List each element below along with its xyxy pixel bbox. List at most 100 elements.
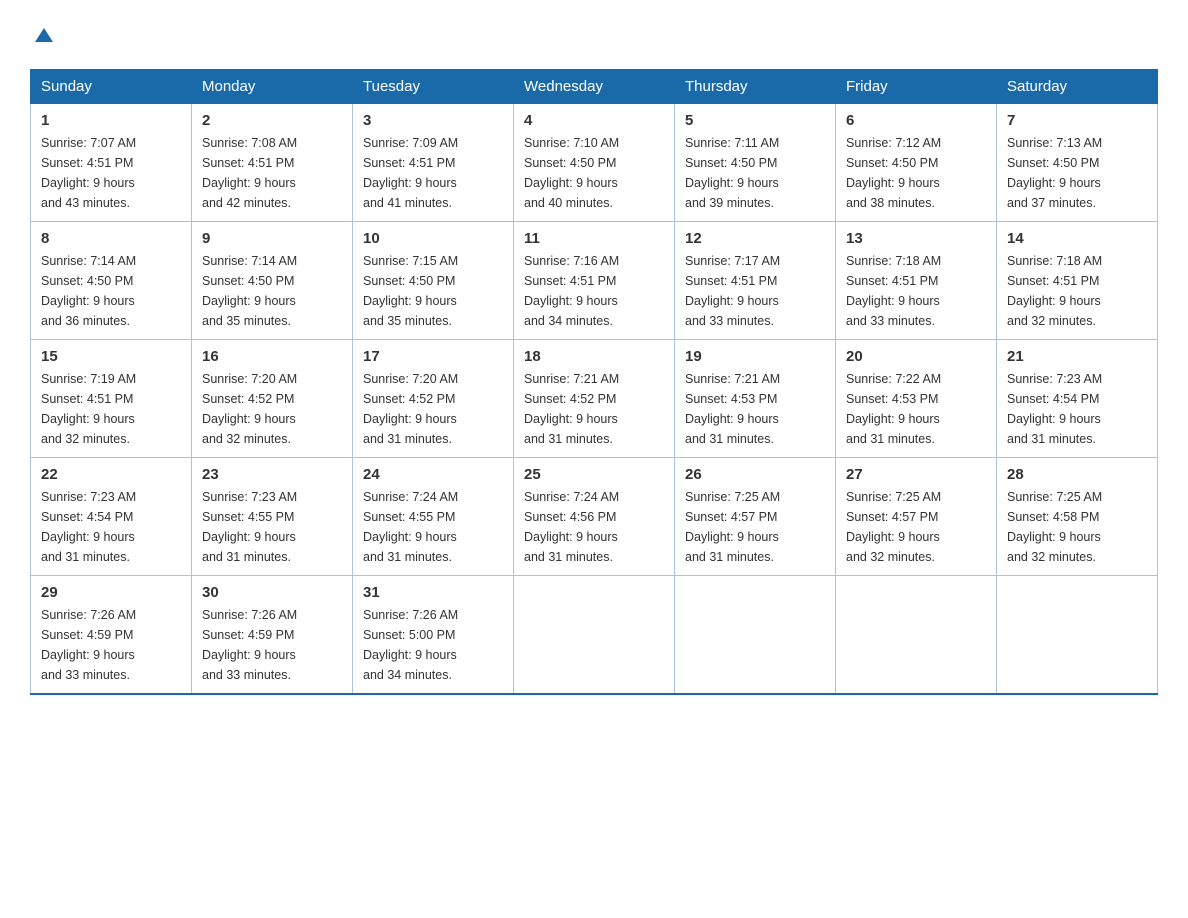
- day-cell: [836, 576, 997, 695]
- day-number: 28: [1007, 466, 1147, 483]
- calendar-table: SundayMondayTuesdayWednesdayThursdayFrid…: [30, 69, 1158, 695]
- day-number: 2: [202, 112, 342, 129]
- day-info: Sunrise: 7:24 AMSunset: 4:55 PMDaylight:…: [363, 487, 503, 567]
- day-info: Sunrise: 7:17 AMSunset: 4:51 PMDaylight:…: [685, 251, 825, 331]
- day-cell: 15Sunrise: 7:19 AMSunset: 4:51 PMDayligh…: [31, 340, 192, 458]
- day-info: Sunrise: 7:08 AMSunset: 4:51 PMDaylight:…: [202, 133, 342, 213]
- logo: [30, 24, 56, 51]
- day-cell: 26 Sunrise: 7:25 AMSunset: 4:57 PMDayligh…: [675, 458, 836, 576]
- day-info: Sunrise: 7:18 AMSunset: 4:51 PMDaylight:…: [1007, 251, 1147, 331]
- day-header-friday: Friday: [836, 70, 997, 104]
- day-number: 13: [846, 230, 986, 247]
- day-cell: [997, 576, 1158, 695]
- day-info: Sunrise: 7:09 AMSunset: 4:51 PMDaylight:…: [363, 133, 503, 213]
- day-info: Sunrise: 7:26 AMSunset: 4:59 PMDaylight:…: [41, 605, 181, 685]
- day-number: 3: [363, 112, 503, 129]
- day-info: Sunrise: 7:23 AMSunset: 4:54 PMDaylight:…: [41, 487, 181, 567]
- day-cell: 21 Sunrise: 7:23 AMSunset: 4:54 PMDayligh…: [997, 340, 1158, 458]
- day-number: 26: [685, 466, 825, 483]
- week-row-4: 22 Sunrise: 7:23 AMSunset: 4:54 PMDayligh…: [31, 458, 1158, 576]
- day-cell: 6Sunrise: 7:12 AMSunset: 4:50 PMDaylight…: [836, 104, 997, 222]
- day-cell: 17Sunrise: 7:20 AMSunset: 4:52 PMDayligh…: [353, 340, 514, 458]
- day-cell: 12 Sunrise: 7:17 AMSunset: 4:51 PMDayligh…: [675, 222, 836, 340]
- day-cell: 30 Sunrise: 7:26 AMSunset: 4:59 PMDayligh…: [192, 576, 353, 695]
- day-cell: 29 Sunrise: 7:26 AMSunset: 4:59 PMDayligh…: [31, 576, 192, 695]
- day-number: 8: [41, 230, 181, 247]
- day-info: Sunrise: 7:20 AMSunset: 4:52 PMDaylight:…: [363, 369, 503, 449]
- week-row-5: 29 Sunrise: 7:26 AMSunset: 4:59 PMDayligh…: [31, 576, 1158, 695]
- day-number: 27: [846, 466, 986, 483]
- day-header-sunday: Sunday: [31, 70, 192, 104]
- week-row-3: 15Sunrise: 7:19 AMSunset: 4:51 PMDayligh…: [31, 340, 1158, 458]
- day-cell: 5 Sunrise: 7:11 AMSunset: 4:50 PMDaylight…: [675, 104, 836, 222]
- day-info: Sunrise: 7:23 AMSunset: 4:54 PMDaylight:…: [1007, 369, 1147, 449]
- day-cell: 18 Sunrise: 7:21 AMSunset: 4:52 PMDayligh…: [514, 340, 675, 458]
- day-number: 12: [685, 230, 825, 247]
- day-number: 24: [363, 466, 503, 483]
- day-cell: [675, 576, 836, 695]
- day-info: Sunrise: 7:26 AMSunset: 5:00 PMDaylight:…: [363, 605, 503, 685]
- day-number: 9: [202, 230, 342, 247]
- day-header-wednesday: Wednesday: [514, 70, 675, 104]
- day-info: Sunrise: 7:14 AMSunset: 4:50 PMDaylight:…: [202, 251, 342, 331]
- day-info: Sunrise: 7:26 AMSunset: 4:59 PMDaylight:…: [202, 605, 342, 685]
- day-info: Sunrise: 7:22 AMSunset: 4:53 PMDaylight:…: [846, 369, 986, 449]
- day-info: Sunrise: 7:23 AMSunset: 4:55 PMDaylight:…: [202, 487, 342, 567]
- day-info: Sunrise: 7:18 AMSunset: 4:51 PMDaylight:…: [846, 251, 986, 331]
- day-number: 23: [202, 466, 342, 483]
- day-number: 30: [202, 584, 342, 601]
- day-number: 29: [41, 584, 181, 601]
- day-cell: 10 Sunrise: 7:15 AMSunset: 4:50 PMDayligh…: [353, 222, 514, 340]
- day-cell: 14Sunrise: 7:18 AMSunset: 4:51 PMDayligh…: [997, 222, 1158, 340]
- day-info: Sunrise: 7:21 AMSunset: 4:52 PMDaylight:…: [524, 369, 664, 449]
- day-cell: 31 Sunrise: 7:26 AMSunset: 5:00 PMDayligh…: [353, 576, 514, 695]
- day-cell: 23 Sunrise: 7:23 AMSunset: 4:55 PMDayligh…: [192, 458, 353, 576]
- day-header-thursday: Thursday: [675, 70, 836, 104]
- day-number: 25: [524, 466, 664, 483]
- day-number: 11: [524, 230, 664, 247]
- day-cell: [514, 576, 675, 695]
- day-info: Sunrise: 7:19 AMSunset: 4:51 PMDaylight:…: [41, 369, 181, 449]
- day-number: 4: [524, 112, 664, 129]
- day-cell: 16Sunrise: 7:20 AMSunset: 4:52 PMDayligh…: [192, 340, 353, 458]
- day-info: Sunrise: 7:12 AMSunset: 4:50 PMDaylight:…: [846, 133, 986, 213]
- day-cell: 22 Sunrise: 7:23 AMSunset: 4:54 PMDayligh…: [31, 458, 192, 576]
- day-number: 1: [41, 112, 181, 129]
- week-row-2: 8 Sunrise: 7:14 AMSunset: 4:50 PMDaylight…: [31, 222, 1158, 340]
- day-info: Sunrise: 7:25 AMSunset: 4:57 PMDaylight:…: [846, 487, 986, 567]
- day-cell: 19 Sunrise: 7:21 AMSunset: 4:53 PMDayligh…: [675, 340, 836, 458]
- day-number: 20: [846, 348, 986, 365]
- logo-arrow-icon: [33, 24, 55, 51]
- day-number: 5: [685, 112, 825, 129]
- day-info: Sunrise: 7:07 AMSunset: 4:51 PMDaylight:…: [41, 133, 181, 213]
- day-header-monday: Monday: [192, 70, 353, 104]
- day-cell: 24 Sunrise: 7:24 AMSunset: 4:55 PMDayligh…: [353, 458, 514, 576]
- day-header-saturday: Saturday: [997, 70, 1158, 104]
- day-cell: 20 Sunrise: 7:22 AMSunset: 4:53 PMDayligh…: [836, 340, 997, 458]
- day-info: Sunrise: 7:25 AMSunset: 4:57 PMDaylight:…: [685, 487, 825, 567]
- day-cell: 3 Sunrise: 7:09 AMSunset: 4:51 PMDaylight…: [353, 104, 514, 222]
- day-number: 21: [1007, 348, 1147, 365]
- day-cell: 13 Sunrise: 7:18 AMSunset: 4:51 PMDayligh…: [836, 222, 997, 340]
- day-info: Sunrise: 7:21 AMSunset: 4:53 PMDaylight:…: [685, 369, 825, 449]
- day-cell: 2 Sunrise: 7:08 AMSunset: 4:51 PMDaylight…: [192, 104, 353, 222]
- day-cell: 27 Sunrise: 7:25 AMSunset: 4:57 PMDayligh…: [836, 458, 997, 576]
- day-info: Sunrise: 7:24 AMSunset: 4:56 PMDaylight:…: [524, 487, 664, 567]
- day-cell: 9 Sunrise: 7:14 AMSunset: 4:50 PMDaylight…: [192, 222, 353, 340]
- day-info: Sunrise: 7:16 AMSunset: 4:51 PMDaylight:…: [524, 251, 664, 331]
- day-number: 31: [363, 584, 503, 601]
- day-number: 19: [685, 348, 825, 365]
- day-info: Sunrise: 7:11 AMSunset: 4:50 PMDaylight:…: [685, 133, 825, 213]
- day-info: Sunrise: 7:25 AMSunset: 4:58 PMDaylight:…: [1007, 487, 1147, 567]
- day-header-tuesday: Tuesday: [353, 70, 514, 104]
- days-header-row: SundayMondayTuesdayWednesdayThursdayFrid…: [31, 70, 1158, 104]
- day-cell: 7Sunrise: 7:13 AMSunset: 4:50 PMDaylight…: [997, 104, 1158, 222]
- page-header: [30, 24, 1158, 51]
- week-row-1: 1 Sunrise: 7:07 AMSunset: 4:51 PMDaylight…: [31, 104, 1158, 222]
- day-number: 10: [363, 230, 503, 247]
- day-info: Sunrise: 7:13 AMSunset: 4:50 PMDaylight:…: [1007, 133, 1147, 213]
- day-info: Sunrise: 7:15 AMSunset: 4:50 PMDaylight:…: [363, 251, 503, 331]
- day-number: 18: [524, 348, 664, 365]
- day-number: 22: [41, 466, 181, 483]
- day-info: Sunrise: 7:14 AMSunset: 4:50 PMDaylight:…: [41, 251, 181, 331]
